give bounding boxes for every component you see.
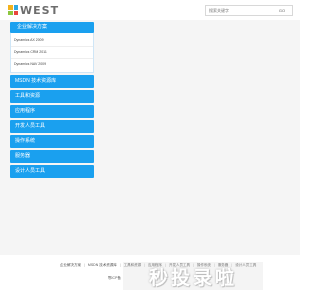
sidebar-item-msdn[interactable]: MSDN 技术资源库 (10, 75, 94, 88)
copyright-text: 鄂ICP备 (108, 276, 121, 280)
footer-separator: | (119, 263, 121, 267)
site-logo[interactable]: WEST (8, 3, 59, 17)
sidebar-sub-list: Dynamics AX 2009 Dynamics CRM 2011 Dynam… (10, 33, 94, 73)
footer-separator: | (84, 263, 85, 267)
search-go-button[interactable]: GO (272, 6, 292, 15)
sidebar-nav: 企业解决方案 Dynamics AX 2009 Dynamics CRM 201… (10, 22, 94, 178)
logo-text: WEST (20, 3, 60, 17)
sidebar-item-os[interactable]: 操作系统 (10, 135, 94, 148)
watermark-overlay: 秒投录啦 (123, 262, 263, 290)
sidebar-group-enterprise[interactable]: 企业解决方案 (10, 22, 94, 33)
sidebar-sub-item[interactable]: Dynamics CRM 2011 (11, 47, 93, 59)
sidebar-item-designer-tools[interactable]: 设计人员工具 (10, 165, 94, 178)
site-header: WEST GO (0, 0, 300, 20)
sidebar-sub-item[interactable]: Dynamics NAV 2009 (11, 59, 93, 70)
sidebar-item-server[interactable]: 服务器 (10, 150, 94, 163)
sidebar-sub-item[interactable]: Dynamics AX 2009 (11, 35, 93, 47)
footer-link[interactable]: MSDN 技术资源库 (88, 263, 117, 268)
page-background: WEST GO 企业解决方案 Dynamics AX 2009 Dynamics… (0, 0, 300, 300)
sidebar-group-title: 企业解决方案 (17, 24, 48, 30)
sidebar-item-dev-tools[interactable]: 开发人员工具 (10, 120, 94, 133)
footer-link[interactable]: 企业解决方案 (60, 263, 81, 268)
sidebar-item-apps[interactable]: 应用程序 (10, 105, 94, 118)
search-input[interactable] (206, 6, 270, 15)
sidebar-item-tools[interactable]: 工具和资源 (10, 90, 94, 103)
logo-icon (8, 5, 18, 15)
search-box: GO (205, 5, 293, 16)
